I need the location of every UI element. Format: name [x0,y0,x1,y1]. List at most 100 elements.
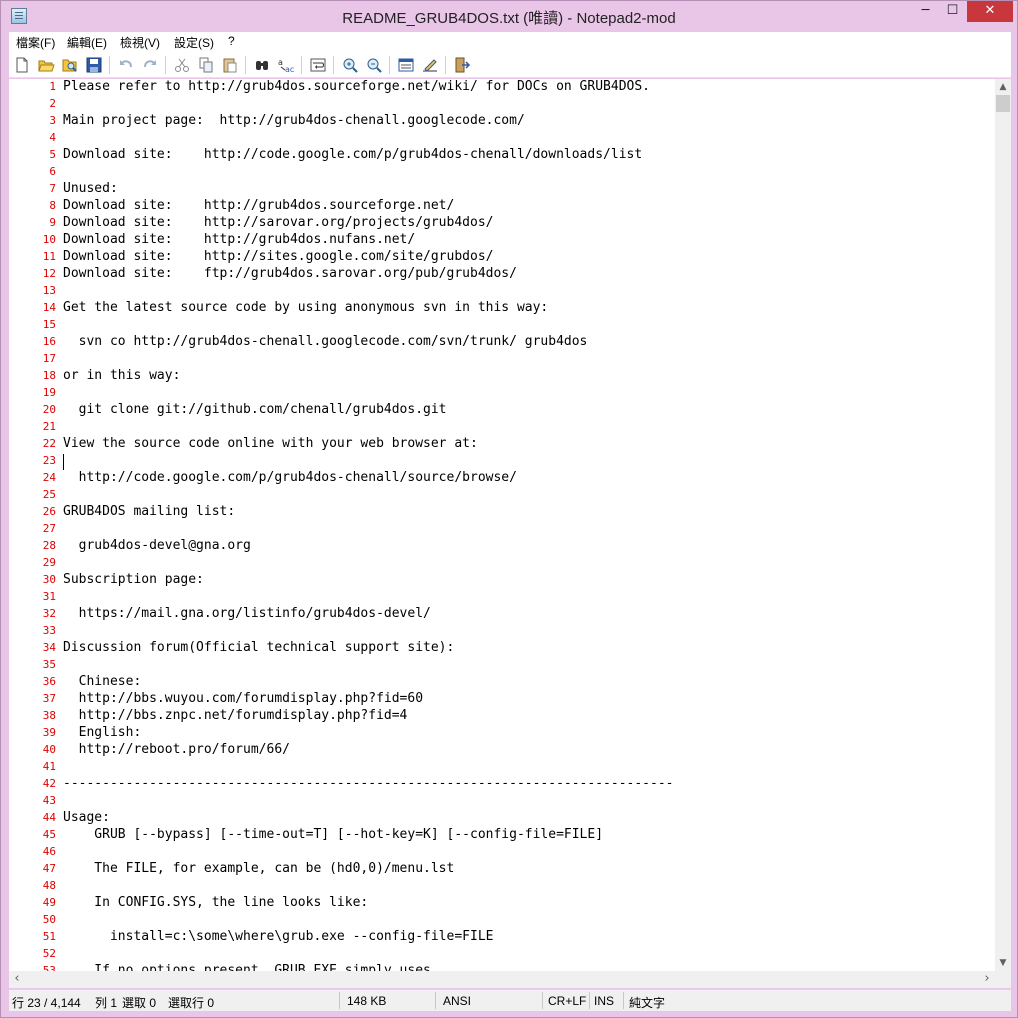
scroll-right-arrow[interactable]: › [979,971,995,988]
window-title: README_GRUB4DOS.txt (唯讀) - Notepad2-mod [342,10,676,27]
text-line[interactable]: Get the latest source code by using anon… [63,300,548,315]
text-line[interactable]: grub4dos-devel@gna.org [63,538,251,553]
status-insert-mode[interactable]: INS [594,994,614,1008]
line-number: 12 [42,267,56,280]
line-number: 38 [42,709,56,722]
redo-icon[interactable] [141,56,159,74]
text-line[interactable]: install=c:\some\where\grub.exe --config-… [63,929,494,944]
line-number: 30 [42,573,56,586]
vertical-scrollbar[interactable]: ▲ ▼ [995,79,1011,971]
editor[interactable]: 1 2 3 4 5 6 7 8 9 10 11 12 13 14 15 16 17 18 19 20 21 22 23 24 2… [9,79,1011,988]
line-number: 9 [49,216,56,229]
line-number: 45 [42,828,56,841]
text-line[interactable]: View the source code online with your we… [63,436,478,451]
line-number: 15 [42,318,56,331]
line-number: 13 [42,284,56,297]
text-line[interactable]: Usage: [63,810,110,825]
cut-icon[interactable] [173,56,191,74]
zoom-in-icon[interactable] [341,56,359,74]
copy-icon[interactable] [197,56,215,74]
title-bar[interactable]: README_GRUB4DOS.txt (唯讀) - Notepad2-mod … [1,1,1017,32]
vertical-scroll-thumb[interactable] [996,95,1010,112]
menu-view[interactable]: 檢視(V) [120,34,160,51]
text-line[interactable]: svn co http://grub4dos-chenall.googlecod… [63,334,588,349]
text-line[interactable]: http://bbs.znpc.net/forumdisplay.php?fid… [63,708,408,723]
status-column: 列 1 [95,996,118,1010]
status-encoding[interactable]: ANSI [443,994,471,1008]
toolbar-separator [165,56,166,74]
line-number: 28 [42,539,56,552]
menu-settings[interactable]: 設定(S) [174,34,214,51]
line-number: 39 [42,726,56,739]
undo-icon[interactable] [117,56,135,74]
text-line[interactable]: Discussion forum(Official technical supp… [63,640,454,655]
toolbar-separator [245,56,246,74]
line-number: 3 [49,114,56,127]
text-line[interactable]: Download site: ftp://grub4dos.sarovar.or… [63,266,517,281]
exit-icon[interactable] [453,56,471,74]
scroll-left-arrow[interactable]: ‹ [9,971,25,988]
replace-icon[interactable]: a ac [277,56,295,74]
save-icon[interactable] [85,56,103,74]
text-line[interactable]: GRUB [--bypass] [--time-out=T] [--hot-ke… [63,827,603,842]
status-line: 行 23 / 4,144 [12,996,81,1010]
text-line[interactable]: http://bbs.wuyou.com/forumdisplay.php?fi… [63,691,423,706]
menu-help[interactable]: ? [228,34,235,48]
text-line[interactable]: ----------------------------------------… [63,776,673,791]
line-number: 46 [42,845,56,858]
text-line[interactable]: English: [63,725,142,740]
find-icon[interactable] [253,56,271,74]
text-line[interactable]: If no options present, GRUB.EXE simply u… [63,963,431,971]
text-line[interactable]: The FILE, for example, can be (hd0,0)/me… [63,861,454,876]
status-lexer[interactable]: 純文字 [629,994,665,1011]
line-number: 42 [42,777,56,790]
browse-icon[interactable] [61,56,79,74]
text-line[interactable]: Main project page: http://grub4dos-chena… [63,113,525,128]
text-line[interactable]: Download site: http://sarovar.org/projec… [63,215,493,230]
line-number: 31 [42,590,56,603]
line-number: 10 [42,233,56,246]
text-area[interactable]: Please refer to http://grub4dos.sourcefo… [63,79,995,971]
paste-icon[interactable] [221,56,239,74]
text-line[interactable]: Subscription page: [63,572,204,587]
maximize-button[interactable]: ☐ [939,1,966,22]
text-line[interactable]: Download site: http://sites.google.com/s… [63,249,493,264]
open-icon[interactable] [37,56,55,74]
text-line[interactable]: Download site: http://grub4dos.nufans.ne… [63,232,415,247]
svg-text:ac: ac [285,65,294,74]
text-line[interactable]: git clone git://github.com/chenall/grub4… [63,402,447,417]
line-number: 16 [42,335,56,348]
text-line[interactable]: or in this way: [63,368,180,383]
line-number: 47 [42,862,56,875]
status-file-size: 148 KB [347,994,387,1008]
notepad2-window: README_GRUB4DOS.txt (唯讀) - Notepad2-mod … [0,0,1018,1018]
line-number: 4 [49,131,56,144]
text-line[interactable]: http://reboot.pro/forum/66/ [63,742,290,757]
toolbar-separator [389,56,390,74]
horizontal-scrollbar[interactable]: ‹ › [9,971,995,988]
minimize-button[interactable]: ─ [912,1,939,22]
text-line[interactable]: In CONFIG.SYS, the line looks like: [63,895,368,910]
status-line-ending[interactable]: CR+LF [548,994,586,1008]
zoom-out-icon[interactable] [365,56,383,74]
customize-scheme-icon[interactable] [421,56,439,74]
scheme-icon[interactable] [397,56,415,74]
text-line[interactable]: Please refer to http://grub4dos.sourcefo… [63,79,650,94]
line-number: 5 [49,148,56,161]
text-line[interactable]: Chinese: [63,674,142,689]
scroll-up-arrow[interactable]: ▲ [995,79,1011,95]
text-line[interactable]: Download site: http://code.google.com/p/… [63,147,642,162]
new-icon[interactable] [13,56,31,74]
text-line[interactable]: Download site: http://grub4dos.sourcefor… [63,198,454,213]
text-line[interactable]: https://mail.gna.org/listinfo/grub4dos-d… [63,606,431,621]
scroll-down-arrow[interactable]: ▼ [995,955,1011,971]
text-line[interactable]: http://code.google.com/p/grub4dos-chenal… [63,470,517,485]
text-line[interactable]: GRUB4DOS mailing list: [63,504,235,519]
word-wrap-icon[interactable] [309,56,327,74]
line-number-margin[interactable]: 1 2 3 4 5 6 7 8 9 10 11 12 13 14 15 16 17 18 19 20 21 22 23 24 2… [9,79,59,971]
menu-edit[interactable]: 編輯(E) [67,34,107,51]
text-line[interactable]: Unused: [63,181,118,196]
menu-file[interactable]: 檔案(F) [16,34,55,51]
line-number: 2 [49,97,56,110]
close-button[interactable]: ✕ [967,1,1013,22]
